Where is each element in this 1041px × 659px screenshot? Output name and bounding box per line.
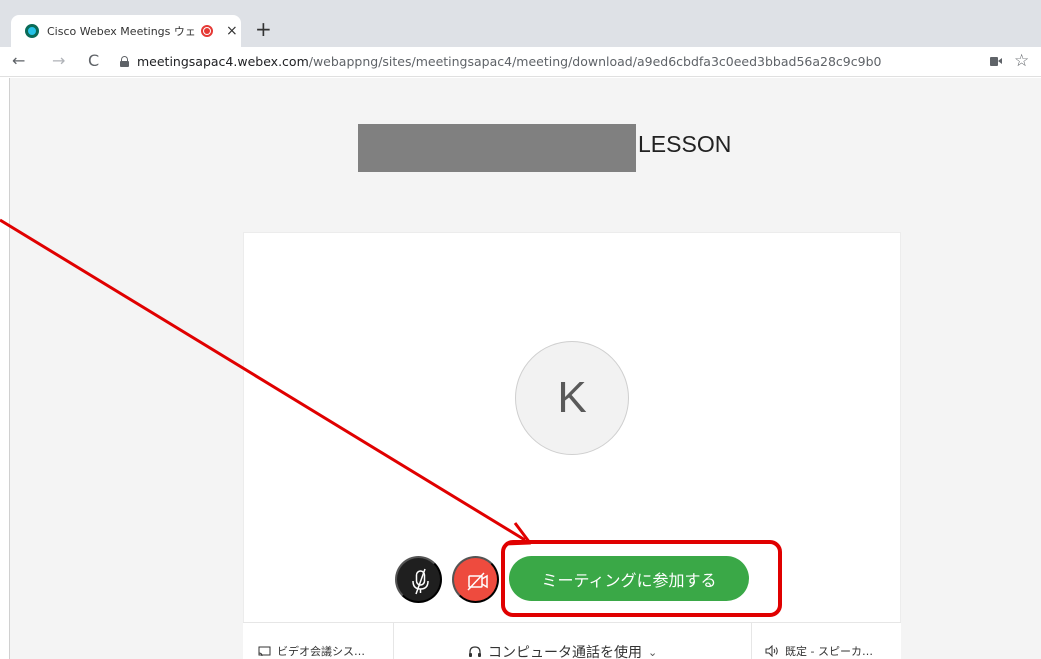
forward-button[interactable]: → (52, 51, 65, 71)
microphone-muted-icon (412, 568, 429, 595)
cast-icon (258, 646, 271, 656)
tab-title: Cisco Webex Meetings ウェブ (47, 25, 197, 38)
speaker-label: 既定 - スピーカ… (785, 645, 873, 658)
meeting-title: LESSON (638, 131, 732, 157)
annotation-highlight-box (501, 540, 782, 617)
headset-icon (469, 646, 481, 657)
url-host: meetingsapac4.webex.com (137, 54, 309, 69)
divider (751, 623, 752, 659)
video-system-option[interactable]: ビデオ会議シス… (258, 643, 365, 659)
webex-favicon-icon (25, 24, 39, 38)
divider (393, 623, 394, 659)
bottom-options-bar: ビデオ会議シス… コンピュータ通話を使用 ⌄ 既定 - スピーカ… (243, 622, 901, 659)
address-bar[interactable]: meetingsapac4.webex.com/webappng/sites/m… (137, 54, 881, 69)
redacted-block (358, 124, 636, 172)
audio-label: コンピュータ通話を使用 (488, 645, 642, 659)
camera-icon[interactable] (990, 57, 1002, 66)
speaker-option[interactable]: 既定 - スピーカ… (765, 643, 873, 659)
chevron-down-icon: ⌄ (648, 645, 658, 659)
browser-tab[interactable]: Cisco Webex Meetings ウェブ × (11, 15, 241, 47)
audio-option[interactable]: コンピュータ通話を使用 ⌄ (468, 642, 657, 659)
video-button[interactable] (452, 556, 499, 603)
url-path: /webappng/sites/meetingsapac4/meeting/do… (308, 54, 882, 69)
video-system-label: ビデオ会議シス… (277, 645, 365, 658)
browser-toolbar: ← → C meetingsapac4.webex.com/webappng/s… (0, 47, 1041, 77)
video-off-icon (467, 572, 488, 591)
recording-icon (201, 25, 213, 37)
mute-button[interactable] (395, 556, 442, 603)
new-tab-button[interactable]: + (255, 16, 272, 42)
browser-tab-strip: Cisco Webex Meetings ウェブ × + (0, 0, 1041, 47)
reload-button[interactable]: C (88, 51, 99, 71)
speaker-icon (765, 645, 778, 657)
bookmark-star-icon[interactable]: ☆ (1014, 51, 1029, 71)
avatar: K (515, 341, 629, 455)
lock-icon[interactable] (120, 56, 129, 67)
back-button[interactable]: ← (12, 51, 25, 71)
tab-close-button[interactable]: × (226, 24, 238, 38)
